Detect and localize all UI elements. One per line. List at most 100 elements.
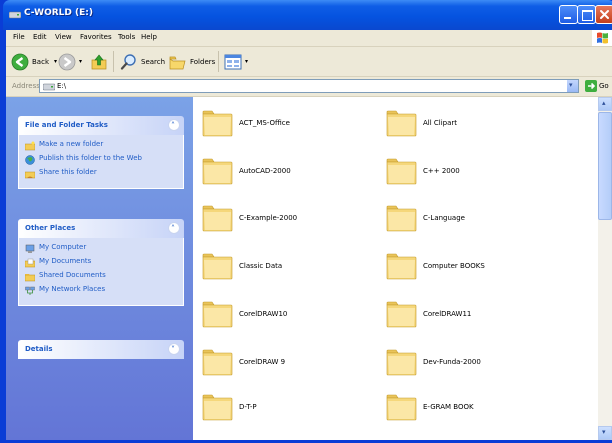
chevron-down-icon: ▾ (602, 428, 606, 436)
go-arrow-icon (585, 80, 597, 92)
place-label: My Network Places (39, 285, 106, 293)
title-bar[interactable]: C-WORLD (E:) (3, 0, 612, 30)
folder-item[interactable]: Classic Data (201, 252, 282, 280)
folder-item[interactable]: C++ 2000 (385, 157, 460, 185)
panel-header[interactable]: Other Places ˄ (18, 219, 184, 238)
forward-arrow-icon (58, 53, 76, 70)
folder-name: D-T-P (239, 403, 257, 411)
chevron-down-icon: ▾ (79, 58, 83, 65)
go-label: Go (599, 82, 609, 90)
chevron-up-icon: ˄ (171, 121, 175, 130)
place-my-computer[interactable]: My Computer (25, 243, 177, 254)
menu-favorites[interactable]: Favorites (80, 33, 112, 41)
scroll-down-button[interactable]: ▾ (598, 426, 612, 440)
panel-header[interactable]: Details ˅ (18, 340, 184, 359)
file-list-view[interactable]: ACT_MS-Office All Clipart AutoCAD-2000 C++ … (193, 97, 598, 440)
chevron-down-icon: ▾ (245, 58, 249, 65)
chevron-down-icon: ˅ (171, 345, 175, 354)
address-input[interactable]: E:\ ▾ (39, 79, 579, 93)
minimize-icon (564, 17, 571, 19)
folder-icon (202, 110, 233, 137)
menu-view[interactable]: View (55, 33, 72, 41)
folder-name: CorelDRAW 9 (239, 358, 286, 366)
chevron-down-icon: ▾ (569, 81, 573, 89)
folder-name: ACT_MS-Office (239, 119, 290, 127)
folder-icon (202, 349, 233, 376)
folder-item[interactable]: AutoCAD-2000 (201, 157, 291, 185)
collapse-button[interactable]: ˄ (168, 119, 180, 131)
folder-item[interactable]: C-Language (385, 204, 465, 232)
menu-tools[interactable]: Tools (118, 33, 135, 41)
windows-logo-icon (592, 30, 612, 46)
back-label: Back (32, 57, 49, 66)
maximize-button[interactable] (577, 5, 596, 24)
folder-name: Computer BOOKS (423, 262, 485, 270)
search-label: Search (141, 57, 166, 66)
scroll-thumb[interactable] (598, 112, 612, 220)
forward-button[interactable]: ▾ (58, 52, 82, 71)
minimize-button[interactable] (559, 5, 578, 24)
panel-body: Make a new folder Publish this folder to… (18, 135, 184, 189)
folder-icon (202, 205, 233, 232)
new-folder-icon (25, 141, 35, 151)
back-button[interactable]: Back ▾ (11, 52, 57, 71)
folder-name: C++ 2000 (423, 167, 460, 175)
vertical-scrollbar[interactable]: ▴ ▾ (598, 97, 612, 440)
address-label: Address (12, 82, 40, 90)
menu-edit[interactable]: Edit (33, 33, 47, 41)
go-button[interactable]: Go (585, 79, 611, 93)
details-panel: Details ˅ (18, 340, 184, 359)
place-my-documents[interactable]: My Documents (25, 257, 177, 268)
other-places-panel: Other Places ˄ My Computer My Documents … (18, 219, 184, 306)
folder-item[interactable]: C-Example-2000 (201, 204, 297, 232)
folder-name: C-Example-2000 (239, 214, 298, 222)
menu-help[interactable]: Help (141, 33, 157, 41)
close-button[interactable] (595, 5, 612, 24)
folder-item[interactable]: CorelDRAW10 (201, 300, 287, 328)
task-publish-folder[interactable]: Publish this folder to the Web (25, 154, 177, 165)
toolbar-separator (113, 51, 114, 72)
place-label: My Documents (39, 257, 92, 265)
folder-item[interactable]: All Clipart (385, 109, 457, 137)
folder-icon (202, 394, 233, 421)
folder-item[interactable]: Dev-Funda-2000 (385, 348, 481, 376)
folder-icon (386, 158, 417, 185)
views-button[interactable]: ▾ (224, 52, 248, 71)
close-icon (600, 10, 609, 19)
drive-icon (9, 11, 21, 19)
folder-item[interactable]: E-GRAM BOOK (385, 393, 474, 421)
chevron-up-icon: ▴ (602, 99, 606, 107)
place-shared-documents[interactable]: Shared Documents (25, 271, 177, 282)
folder-icon (202, 301, 233, 328)
address-dropdown-button[interactable]: ▾ (567, 80, 578, 92)
folders-button[interactable]: Folders (169, 52, 215, 71)
standard-toolbar: Back ▾ ▾ Search Folders ▾ (6, 47, 612, 77)
folder-name: Classic Data (239, 262, 283, 270)
task-pane: File and Folder Tasks ˄ Make a new folde… (6, 97, 193, 440)
place-my-network-places[interactable]: My Network Places (25, 285, 177, 296)
folder-name: Dev-Funda-2000 (423, 358, 481, 366)
task-share-folder[interactable]: Share this folder (25, 168, 177, 179)
expand-button[interactable]: ˅ (168, 343, 180, 355)
task-make-new-folder[interactable]: Make a new folder (25, 140, 177, 151)
share-folder-icon (25, 171, 35, 179)
address-bar: Address E:\ ▾ Go (6, 77, 612, 97)
folder-item[interactable]: CorelDRAW11 (385, 300, 471, 328)
folder-item[interactable]: CorelDRAW 9 (201, 348, 285, 376)
folder-item[interactable]: ACT_MS-Office (201, 109, 290, 137)
folder-name: E-GRAM BOOK (423, 403, 474, 411)
folder-name: CorelDRAW11 (423, 310, 472, 318)
panel-header[interactable]: File and Folder Tasks ˄ (18, 116, 184, 135)
folder-item[interactable]: Computer BOOKS (385, 252, 485, 280)
search-button[interactable]: Search (120, 52, 165, 71)
window-title: C-WORLD (E:) (24, 8, 93, 18)
file-folder-tasks-panel: File and Folder Tasks ˄ Make a new folde… (18, 116, 184, 189)
panel-title: Other Places (25, 224, 76, 232)
place-label: Shared Documents (39, 271, 106, 279)
collapse-button[interactable]: ˄ (168, 222, 180, 234)
folder-item[interactable]: D-T-P (201, 393, 257, 421)
up-folder-icon (91, 54, 107, 69)
scroll-up-button[interactable]: ▴ (598, 97, 612, 111)
up-folder-button[interactable] (90, 52, 108, 71)
menu-file[interactable]: File (13, 33, 25, 41)
